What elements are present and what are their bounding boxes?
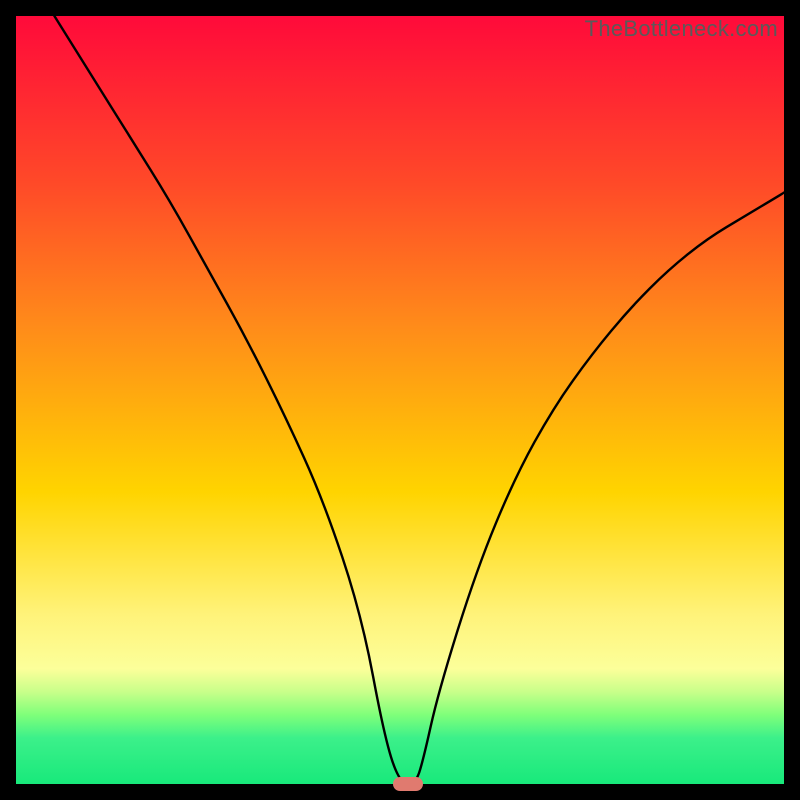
plot-area: TheBottleneck.com	[16, 16, 784, 784]
curve-path	[54, 16, 784, 784]
optimal-marker	[393, 777, 423, 791]
chart-frame: TheBottleneck.com	[0, 0, 800, 800]
bottleneck-curve	[16, 16, 784, 784]
